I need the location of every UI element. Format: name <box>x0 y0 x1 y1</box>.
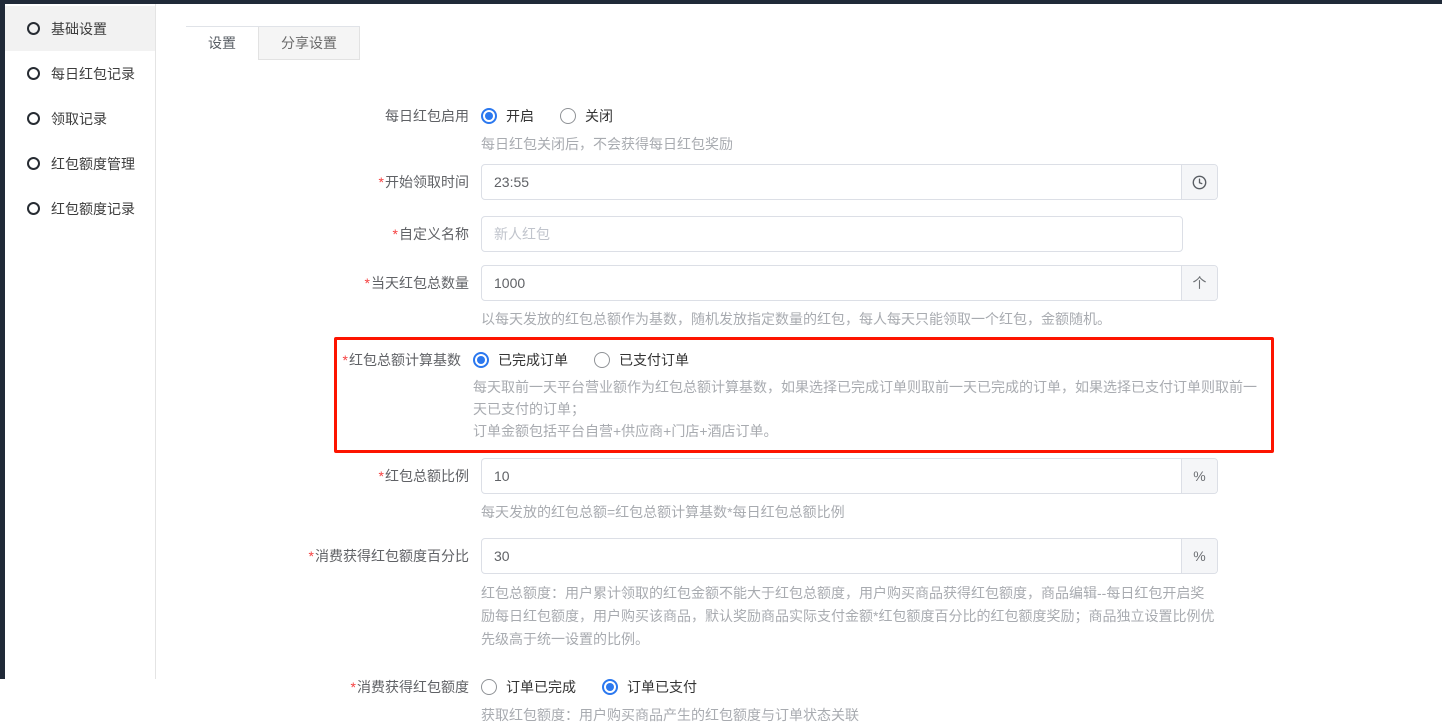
tab-settings[interactable]: 设置 <box>186 27 258 60</box>
circle-icon <box>27 202 40 215</box>
total-ratio-input[interactable] <box>482 459 1181 493</box>
sidebar-item-label: 红包额度记录 <box>51 199 135 219</box>
required-mark: * <box>365 275 370 291</box>
help-text: 获取红包额度：用户购买商品产生的红包额度与订单状态关联 <box>481 705 1218 725</box>
unit-addon: 个 <box>1181 266 1217 300</box>
form-row-base-calc: *红包总额计算基数 已完成订单 已支付订单 每天取前一 <box>337 350 1271 442</box>
help-text: 每日红包关闭后，不会获得每日红包奖励 <box>481 134 1218 154</box>
form-row-start-time: *开始领取时间 <box>156 164 1442 200</box>
sidebar-item-label: 领取记录 <box>51 109 107 129</box>
circle-icon <box>27 67 40 80</box>
quota-percent-input[interactable] <box>482 539 1181 573</box>
radio-checked-icon[interactable] <box>473 352 489 368</box>
count-input-group: 个 <box>481 265 1218 301</box>
time-input-group <box>481 164 1218 200</box>
form-row-daily-enable: 每日红包启用 开启 关闭 每日红包关闭后，不会获得每日红包奖励 <box>156 106 1442 154</box>
sidebar: 基础设置 每日红包记录 领取记录 红包额度管理 红包额度记录 <box>5 4 156 679</box>
circle-icon <box>27 22 40 35</box>
radio-label: 已支付订单 <box>619 350 689 370</box>
radio-unchecked-icon[interactable] <box>594 352 610 368</box>
sidebar-item-basic-settings[interactable]: 基础设置 <box>5 6 155 51</box>
sidebar-item-label: 每日红包记录 <box>51 64 135 84</box>
radio-label: 已完成订单 <box>498 350 568 370</box>
sidebar-item-label: 红包额度管理 <box>51 154 135 174</box>
percent-addon: % <box>1181 539 1217 573</box>
help-text: 每天取前一天平台营业额作为红包总额计算基数，如果选择已完成订单则取前一天已完成的… <box>473 376 1259 442</box>
circle-icon <box>27 157 40 170</box>
radio-label: 订单已完成 <box>506 677 576 697</box>
field-label: *自定义名称 <box>156 216 481 252</box>
radio-order-completed[interactable]: 订单已完成 <box>481 677 576 697</box>
form-row-quota-percent: *消费获得红包额度百分比 % 红包总额度：用户累计领取的红包金额不能大于红包总额… <box>156 538 1442 651</box>
quota-percent-input-group: % <box>481 538 1218 574</box>
tab-share-settings[interactable]: 分享设置 <box>258 27 360 60</box>
sidebar-item-quota-records[interactable]: 红包额度记录 <box>5 186 155 231</box>
help-text: 以每天发放的红包总额作为基数，随机发放指定数量的红包，每人每天只能领取一个红包，… <box>481 309 1218 329</box>
required-mark: * <box>351 679 356 695</box>
radio-unchecked-icon[interactable] <box>560 108 576 124</box>
percent-addon: % <box>1181 459 1217 493</box>
required-mark: * <box>393 226 398 242</box>
radio-order-paid[interactable]: 订单已支付 <box>602 677 697 697</box>
radio-unchecked-icon[interactable] <box>481 679 497 695</box>
help-line-2: 订单金额包括平台自营+供应商+门店+酒店订单。 <box>473 420 1259 442</box>
radio-label: 关闭 <box>585 106 613 126</box>
required-mark: * <box>309 548 314 564</box>
custom-name-input[interactable] <box>481 216 1183 252</box>
field-label: *当天红包总数量 <box>156 265 481 329</box>
form-row-daily-count: *当天红包总数量 个 以每天发放的红包总额作为基数，随机发放指定数量的红包，每人… <box>156 265 1442 329</box>
required-mark: * <box>379 468 384 484</box>
settings-form: 每日红包启用 开启 关闭 每日红包关闭后，不会获得每日红包奖励 <box>156 106 1442 725</box>
radio-enable-on[interactable]: 开启 <box>481 106 534 126</box>
sidebar-item-daily-redpacket-records[interactable]: 每日红包记录 <box>5 51 155 96</box>
form-row-custom-name: *自定义名称 <box>156 216 1442 252</box>
field-label: *开始领取时间 <box>156 164 481 200</box>
required-mark: * <box>379 174 384 190</box>
required-mark: * <box>343 352 348 368</box>
sidebar-item-quota-management[interactable]: 红包额度管理 <box>5 141 155 186</box>
field-label: *消费获得红包额度 <box>156 677 481 725</box>
form-row-quota-status: *消费获得红包额度 订单已完成 订单已支付 获取红包额度：用户购买商品产生的红包… <box>156 677 1442 725</box>
radio-label: 订单已支付 <box>627 677 697 697</box>
daily-count-input[interactable] <box>482 266 1181 300</box>
circle-icon <box>27 112 40 125</box>
main-content: 设置 分享设置 每日红包启用 开启 关闭 每日红包关闭后， <box>156 4 1442 679</box>
red-highlight-annotation: *红包总额计算基数 已完成订单 已支付订单 每天取前一 <box>334 337 1274 453</box>
help-line-1: 每天取前一天平台营业额作为红包总额计算基数，如果选择已完成订单则取前一天已完成的… <box>473 376 1259 420</box>
start-time-input[interactable] <box>482 165 1181 199</box>
clock-icon[interactable] <box>1181 165 1217 199</box>
sidebar-item-claim-records[interactable]: 领取记录 <box>5 96 155 141</box>
radio-enable-off[interactable]: 关闭 <box>560 106 613 126</box>
radio-checked-icon[interactable] <box>481 108 497 124</box>
help-text: 红包总额度：用户累计领取的红包金额不能大于红包总额度，用户购买商品获得红包额度，… <box>481 582 1218 651</box>
radio-completed-orders[interactable]: 已完成订单 <box>473 350 568 370</box>
tab-bar: 设置 分享设置 <box>186 26 360 60</box>
field-label: *消费获得红包额度百分比 <box>156 538 481 651</box>
field-label: *红包总额比例 <box>156 458 481 522</box>
ratio-input-group: % <box>481 458 1218 494</box>
sidebar-item-label: 基础设置 <box>51 19 107 39</box>
radio-paid-orders[interactable]: 已支付订单 <box>594 350 689 370</box>
form-row-total-ratio: *红包总额比例 % 每天发放的红包总额=红包总额计算基数*每日红包总额比例 <box>156 458 1442 522</box>
field-label: *红包总额计算基数 <box>337 350 473 442</box>
help-text: 每天发放的红包总额=红包总额计算基数*每日红包总额比例 <box>481 502 1218 522</box>
field-label: 每日红包启用 <box>156 106 481 154</box>
radio-label: 开启 <box>506 106 534 126</box>
radio-checked-icon[interactable] <box>602 679 618 695</box>
